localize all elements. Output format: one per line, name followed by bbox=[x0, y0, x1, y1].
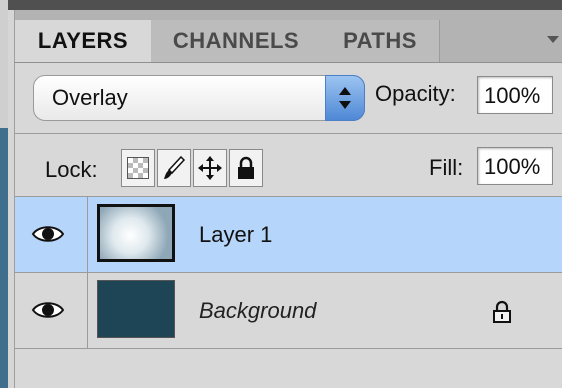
canvas-edge bbox=[0, 128, 8, 388]
eye-icon bbox=[31, 302, 65, 318]
layer-thumbnail[interactable] bbox=[97, 204, 175, 262]
brush-icon bbox=[164, 155, 186, 179]
lock-position-button[interactable] bbox=[193, 149, 227, 187]
panel-tab-bar: LAYERS CHANNELS PATHS bbox=[15, 10, 562, 63]
layer-row[interactable]: Background bbox=[15, 273, 562, 349]
lock-icon bbox=[492, 300, 512, 329]
lock-image-pixels-button[interactable] bbox=[157, 149, 191, 187]
layer-thumbnail[interactable] bbox=[97, 280, 175, 338]
panel-menu-icon[interactable] bbox=[547, 36, 559, 43]
checkerboard-icon bbox=[127, 157, 149, 179]
blend-mode-value: Overlay bbox=[52, 85, 128, 110]
padlock-icon bbox=[238, 156, 254, 179]
lock-transparent-pixels-button[interactable] bbox=[121, 149, 155, 187]
fill-field[interactable]: 100% bbox=[477, 147, 553, 185]
lock-all-button[interactable] bbox=[229, 149, 263, 187]
eye-icon bbox=[31, 226, 65, 242]
visibility-toggle[interactable] bbox=[23, 213, 73, 255]
tab-channels[interactable]: CHANNELS bbox=[151, 20, 322, 62]
opacity-field[interactable]: 100% bbox=[477, 76, 553, 114]
window-top-edge bbox=[8, 0, 562, 10]
lock-label: Lock: bbox=[45, 157, 98, 182]
visibility-toggle[interactable] bbox=[23, 289, 73, 331]
layers-panel: LAYERS CHANNELS PATHS Overlay Opacity: 1… bbox=[14, 10, 562, 388]
layer-name[interactable]: Layer 1 bbox=[199, 197, 272, 272]
select-arrows-icon bbox=[325, 75, 365, 121]
divider bbox=[15, 133, 562, 134]
column-divider bbox=[87, 197, 88, 272]
tab-paths[interactable]: PATHS bbox=[321, 20, 440, 62]
blend-mode-select[interactable]: Overlay bbox=[33, 75, 365, 121]
tab-layers[interactable]: LAYERS bbox=[15, 20, 152, 62]
layer-name[interactable]: Background bbox=[199, 273, 316, 348]
fill-label: Fill: bbox=[429, 155, 464, 180]
window-left-edge bbox=[0, 0, 8, 388]
opacity-label: Opacity: bbox=[375, 81, 456, 106]
move-arrows-icon bbox=[198, 156, 222, 180]
column-divider bbox=[87, 273, 88, 348]
layer-row[interactable]: Layer 1 bbox=[15, 197, 562, 273]
